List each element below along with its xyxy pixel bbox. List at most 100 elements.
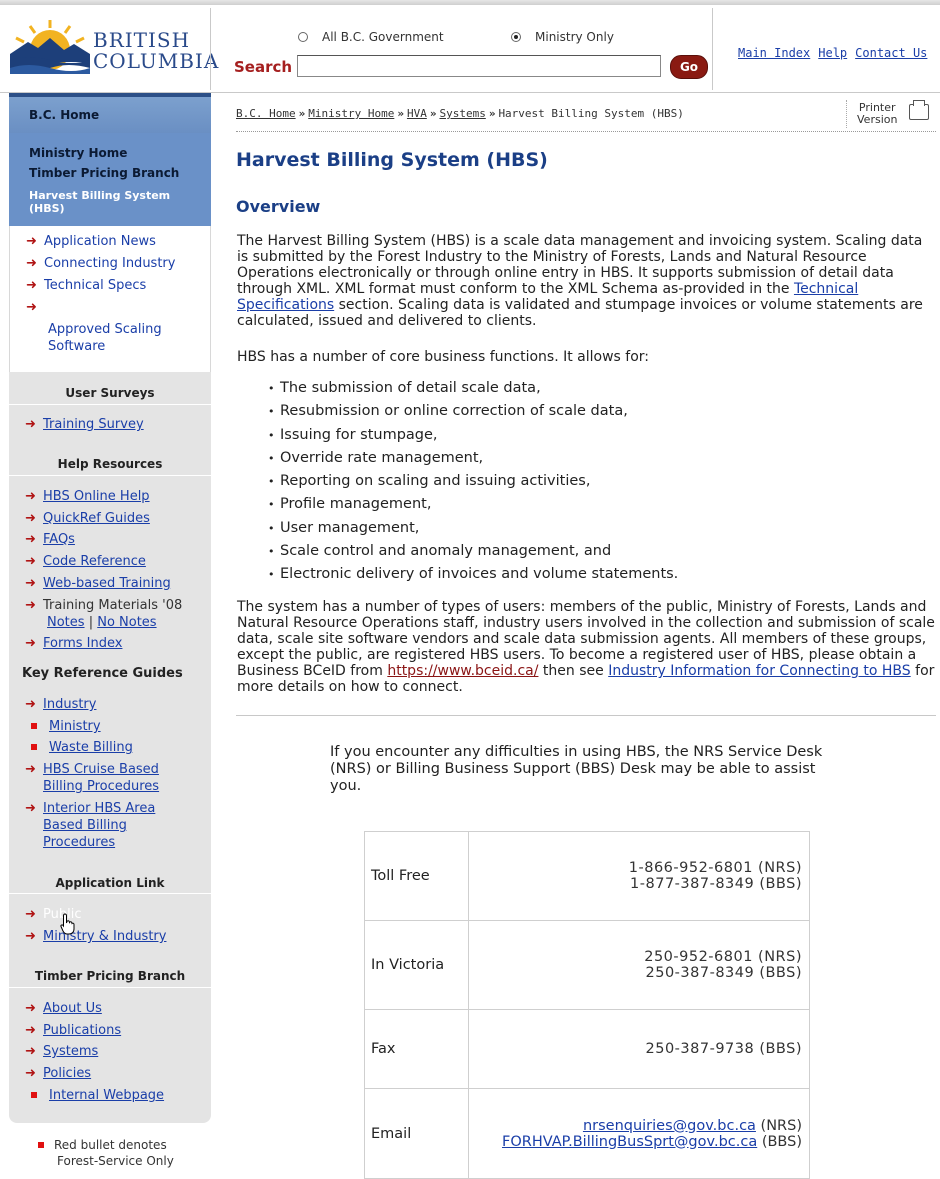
list-item: • Reporting on scaling and issuing activi…: [268, 473, 678, 496]
ministry-link[interactable]: Ministry: [49, 719, 101, 734]
contact-label: Fax: [364, 1009, 469, 1089]
contact-value: nrsenquiries@gov.bc.ca (NRS) FORHVAP.Bill…: [468, 1088, 810, 1179]
sidebar-item-hbs-online-help[interactable]: ➜ HBS Online Help: [25, 488, 150, 505]
sidebar-item-connecting-industry[interactable]: ➜ Connecting Industry: [26, 255, 175, 272]
printer-version-button[interactable]: Printer Version: [846, 100, 937, 128]
arrow-icon: ➜: [26, 256, 37, 271]
sidebar-item-web-based-training[interactable]: ➜ Web-based Training: [25, 575, 171, 592]
contact-value-line: 250-387-9738 (BBS): [645, 1041, 802, 1057]
breadcrumb-hva[interactable]: HVA: [407, 107, 427, 120]
radio-label: Ministry Only: [535, 30, 614, 44]
sidebar-item-forms-index[interactable]: ➜ Forms Index: [25, 635, 122, 652]
contact-us-link[interactable]: Contact Us: [855, 46, 927, 60]
sidebar-item-hbs-cruise-based[interactable]: ➜ HBS Cruise Based Billing Procedures: [25, 761, 183, 795]
no-notes-link[interactable]: No Notes: [97, 615, 156, 630]
sidebar-item-ministry-industry[interactable]: ➜ Ministry & Industry: [25, 928, 166, 945]
internal-webpage-link[interactable]: Internal Webpage: [49, 1088, 164, 1103]
sidebar-item-internal-webpage[interactable]: Internal Webpage: [25, 1087, 164, 1104]
forms-index-link[interactable]: Forms Index: [43, 636, 122, 651]
sidebar-item-label: Technical Specs: [44, 278, 147, 293]
list-item-text: Reporting on scaling and issuing activit…: [280, 473, 591, 490]
list-item-text: Profile management,: [280, 496, 432, 513]
sidebar-item-application-news[interactable]: ➜ Application News: [26, 233, 156, 250]
sidebar-item-about-us[interactable]: ➜ About Us: [25, 1000, 102, 1017]
sidebar-bc-home[interactable]: B.C. Home: [9, 93, 211, 133]
breadcrumb-systems[interactable]: Systems: [439, 107, 485, 120]
breadcrumb: B.C. Home» Ministry Home» HVA» Systems» Harv…: [236, 107, 684, 120]
policies-link[interactable]: Policies: [43, 1066, 91, 1081]
logo-text-columbia: COLUMBIA: [93, 49, 220, 73]
printer-version-label: Printer Version: [857, 102, 897, 126]
breadcrumb-bc-home[interactable]: B.C. Home: [236, 107, 296, 120]
bullet-icon: •: [268, 475, 275, 489]
faqs-link[interactable]: FAQs: [43, 532, 75, 547]
contact-value-line: 250-387-8349 (BBS): [645, 965, 802, 981]
sidebar-item-policies[interactable]: ➜ Policies: [25, 1065, 91, 1082]
about-us-link[interactable]: About Us: [43, 1001, 102, 1016]
header-divider: [712, 8, 713, 90]
key-reference-guides-heading: Key Reference Guides: [22, 666, 183, 681]
sidebar-item-code-reference[interactable]: ➜ Code Reference: [25, 553, 146, 570]
contact-value: 1-866-952-6801 (NRS) 1-877-387-8349 (BBS): [468, 831, 810, 921]
bc-sun-icon: [10, 20, 90, 74]
sidebar-item-systems[interactable]: ➜ Systems: [25, 1043, 98, 1060]
sidebar-item-waste-billing[interactable]: Waste Billing: [25, 739, 133, 756]
sidebar-item-interior-hbs-area[interactable]: ➜ Interior HBS Area Based Billing Procedu…: [25, 800, 178, 851]
hbs-cruise-based-link[interactable]: HBS Cruise Based Billing Procedures: [43, 761, 183, 795]
sidebar-item-approved-scaling-software[interactable]: ➜ Approved Scaling Software: [26, 299, 178, 355]
hbs-online-help-link[interactable]: HBS Online Help: [43, 489, 150, 504]
section-divider: [9, 404, 211, 405]
notes-link[interactable]: Notes: [47, 615, 85, 630]
breadcrumb-separator: »: [397, 107, 404, 120]
help-link[interactable]: Help: [818, 46, 847, 60]
arrow-icon: ➜: [25, 801, 36, 816]
table-row: In Victoria 250-952-6801 (NRS) 250-387-83…: [364, 920, 810, 1010]
arrow-icon: ➜: [25, 762, 36, 777]
go-button[interactable]: Go: [670, 55, 708, 79]
publications-link[interactable]: Publications: [43, 1023, 121, 1038]
bc-logo[interactable]: BRITISH COLUMBIA: [8, 16, 218, 76]
list-item-text: Scale control and anomaly management, an…: [280, 543, 612, 560]
code-reference-link[interactable]: Code Reference: [43, 554, 146, 569]
printer-line2: Version: [857, 113, 898, 126]
list-item-text: Issuing for stumpage,: [280, 426, 438, 443]
breadcrumb-ministry-home[interactable]: Ministry Home: [308, 107, 394, 120]
list-item: • Override rate management,: [268, 450, 678, 473]
sidebar-item-training-survey[interactable]: ➜ Training Survey: [25, 416, 144, 433]
sidebar-item-quickref-guides[interactable]: ➜ QuickRef Guides: [25, 510, 150, 527]
search-input[interactable]: [297, 55, 661, 77]
training-survey-link[interactable]: Training Survey: [43, 417, 144, 432]
arrow-icon: ➜: [25, 489, 36, 504]
industry-link[interactable]: Industry: [43, 697, 96, 712]
legend-line1: Red bullet denotes: [54, 1138, 167, 1152]
waste-billing-link[interactable]: Waste Billing: [49, 740, 133, 755]
sidebar-item-industry[interactable]: ➜ Industry: [25, 696, 96, 713]
arrow-icon: ➜: [25, 554, 36, 569]
web-based-training-link[interactable]: Web-based Training: [43, 576, 171, 591]
radio-circle[interactable]: [298, 31, 308, 42]
bbs-email-link[interactable]: FORHVAP.BillingBusSprt@gov.bc.ca: [502, 1134, 757, 1150]
radio-all-bc-government[interactable]: All B.C. Government: [298, 30, 444, 44]
red-bullet-icon: [38, 1142, 44, 1148]
sidebar-item-publications[interactable]: ➜ Publications: [25, 1022, 121, 1039]
sidebar-ministry-home[interactable]: Ministry Home: [29, 146, 127, 160]
arrow-icon: ➜: [25, 417, 36, 432]
systems-link[interactable]: Systems: [43, 1044, 98, 1059]
main-index-link[interactable]: Main Index: [738, 46, 810, 60]
industry-information-link[interactable]: Industry Information for Connecting to H…: [608, 663, 911, 679]
interior-hbs-area-link[interactable]: Interior HBS Area Based Billing Procedur…: [43, 800, 178, 851]
sidebar-hbs-current[interactable]: Harvest Billing System (HBS): [29, 189, 199, 215]
bceid-link[interactable]: https://www.bceid.ca/: [387, 663, 538, 679]
radio-ministry-only[interactable]: Ministry Only: [511, 30, 614, 44]
radio-circle-selected[interactable]: [511, 31, 521, 42]
arrow-icon: ➜: [25, 1001, 36, 1016]
content-divider: [236, 715, 936, 716]
sidebar-timber-pricing-branch[interactable]: Timber Pricing Branch: [29, 166, 179, 180]
pipe-separator: |: [88, 615, 94, 630]
quickref-guides-link[interactable]: QuickRef Guides: [43, 511, 150, 526]
user-surveys-heading: User Surveys: [65, 386, 155, 400]
nrs-email-link[interactable]: nrsenquiries@gov.bc.ca: [583, 1118, 756, 1134]
sidebar-item-faqs[interactable]: ➜ FAQs: [25, 531, 75, 548]
sidebar-item-technical-specs[interactable]: ➜ Technical Specs: [26, 277, 146, 294]
sidebar-item-ministry[interactable]: Ministry: [25, 718, 101, 735]
